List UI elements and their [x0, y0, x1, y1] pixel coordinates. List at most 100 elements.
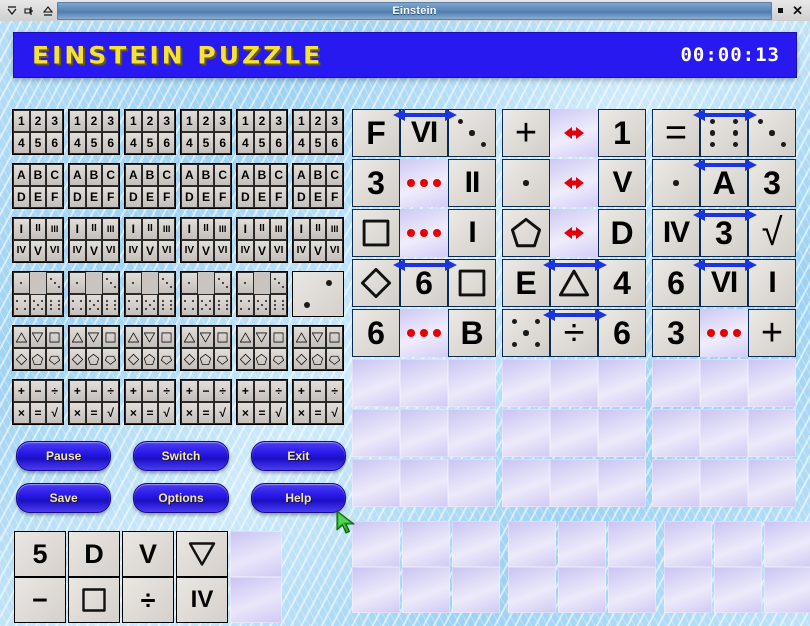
option-II[interactable]: II — [309, 218, 327, 240]
option-I[interactable]: I — [13, 218, 30, 240]
save-button[interactable]: Save — [16, 483, 112, 513]
option-die-1[interactable] — [125, 272, 142, 294]
option-diamond[interactable] — [293, 348, 310, 370]
option-hexagon[interactable] — [158, 348, 175, 370]
option-−[interactable]: − — [253, 380, 271, 402]
option-I[interactable]: I — [125, 218, 142, 240]
option-2[interactable]: 2 — [197, 110, 215, 132]
clue-slot-I[interactable]: I — [748, 259, 796, 307]
shade-icon[interactable] — [5, 4, 18, 17]
board-cell[interactable]: + − ÷ × = √ — [68, 379, 120, 425]
clue-near[interactable]: ÷ 6 — [502, 309, 646, 357]
option-=[interactable]: = — [29, 402, 47, 424]
option-pentagon[interactable] — [197, 348, 215, 370]
option-√[interactable]: √ — [158, 402, 175, 424]
option-5[interactable]: 5 — [29, 132, 47, 154]
option-die-3[interactable] — [102, 272, 119, 294]
option-6[interactable]: 6 — [102, 132, 119, 154]
option-diamond[interactable] — [237, 348, 254, 370]
clue-slot-VI[interactable]: VI — [400, 109, 448, 157]
option-C[interactable]: C — [102, 164, 119, 186]
clue-slot-square[interactable] — [352, 209, 400, 257]
option-V[interactable]: V — [85, 240, 103, 262]
clue-slot-D[interactable]: D — [598, 209, 646, 257]
board-cell[interactable]: + − ÷ × = √ — [124, 379, 176, 425]
option-C[interactable]: C — [326, 164, 343, 186]
option-=[interactable]: = — [141, 402, 159, 424]
clue-slot-die-3[interactable] — [448, 109, 496, 157]
option-−[interactable]: − — [29, 380, 47, 402]
clue-slot-B[interactable]: B — [448, 309, 496, 357]
option-6[interactable]: 6 — [214, 132, 231, 154]
option-D[interactable]: D — [13, 186, 30, 208]
option-pentagon[interactable] — [141, 348, 159, 370]
option-I[interactable]: I — [69, 218, 86, 240]
clue-slot-die-6[interactable] — [700, 109, 748, 157]
option-×[interactable]: × — [237, 402, 254, 424]
board-cell[interactable]: ABCDEF — [12, 163, 64, 209]
option-A[interactable]: A — [125, 164, 142, 186]
option-pentagon[interactable] — [309, 348, 327, 370]
option-B[interactable]: B — [253, 164, 271, 186]
clue-slot-3[interactable]: 3 — [748, 159, 796, 207]
board-cell[interactable]: I II III IV V VI — [68, 217, 120, 263]
option-triangle-up[interactable] — [293, 326, 310, 348]
option-=[interactable]: = — [309, 402, 327, 424]
option-die-4[interactable] — [125, 294, 142, 316]
option-×[interactable]: × — [13, 402, 30, 424]
option-3[interactable]: 3 — [326, 110, 343, 132]
option-2[interactable]: 2 — [253, 110, 271, 132]
option-hexagon[interactable] — [326, 348, 343, 370]
option-F[interactable]: F — [158, 186, 175, 208]
option-√[interactable]: √ — [102, 402, 119, 424]
option-die-5[interactable] — [197, 294, 215, 316]
clue-slot-+[interactable]: + — [748, 309, 796, 357]
option-V[interactable]: V — [29, 240, 47, 262]
option-II[interactable]: II — [141, 218, 159, 240]
tray-cell[interactable]: IV — [176, 577, 228, 623]
option-die-4[interactable] — [181, 294, 198, 316]
board-cell[interactable] — [124, 325, 176, 371]
option-=[interactable]: = — [85, 402, 103, 424]
board-cell[interactable]: 123456 — [292, 109, 344, 155]
option-die-3[interactable] — [214, 272, 231, 294]
option-die-5[interactable] — [29, 294, 47, 316]
option-+[interactable]: + — [293, 380, 310, 402]
option-diamond[interactable] — [125, 348, 142, 370]
option-4[interactable]: 4 — [237, 132, 254, 154]
clue-slot-V[interactable]: V — [598, 159, 646, 207]
board-cell[interactable]: + − ÷ × = √ — [236, 379, 288, 425]
option-III[interactable]: III — [158, 218, 175, 240]
board-cell[interactable]: I II III IV V VI — [236, 217, 288, 263]
titlebar-drag-area[interactable]: Einstein — [57, 1, 773, 20]
clue-slot-I[interactable]: I — [448, 209, 496, 257]
board-cell[interactable] — [180, 271, 232, 317]
option-VI[interactable]: VI — [214, 240, 231, 262]
help-button[interactable]: Help — [250, 483, 346, 513]
option-VI[interactable]: VI — [270, 240, 287, 262]
board-cell[interactable]: I II III IV V VI — [292, 217, 344, 263]
solved-cell[interactable] — [292, 271, 344, 317]
option-4[interactable]: 4 — [69, 132, 86, 154]
option-V[interactable]: V — [253, 240, 271, 262]
option-diamond[interactable] — [13, 348, 30, 370]
exit-button[interactable]: Exit — [250, 441, 346, 471]
option-triangle-down[interactable] — [253, 326, 271, 348]
board-cell[interactable]: + − ÷ × = √ — [292, 379, 344, 425]
option-×[interactable]: × — [69, 402, 86, 424]
option-triangle-down[interactable] — [141, 326, 159, 348]
option-÷[interactable]: ÷ — [158, 380, 175, 402]
board-cell[interactable]: 123456 — [12, 109, 64, 155]
option-V[interactable]: V — [197, 240, 215, 262]
board-cell[interactable] — [292, 325, 344, 371]
option-die-6[interactable] — [46, 294, 63, 316]
option-die-6[interactable] — [102, 294, 119, 316]
option-+[interactable]: + — [13, 380, 30, 402]
option-die-1[interactable] — [237, 272, 254, 294]
option-1[interactable]: 1 — [13, 110, 30, 132]
option-F[interactable]: F — [102, 186, 119, 208]
board-cell[interactable] — [236, 325, 288, 371]
pause-button[interactable]: Pause — [16, 441, 112, 471]
clue-near[interactable]: E4 — [502, 259, 646, 307]
clue-slot-A[interactable]: A — [700, 159, 748, 207]
